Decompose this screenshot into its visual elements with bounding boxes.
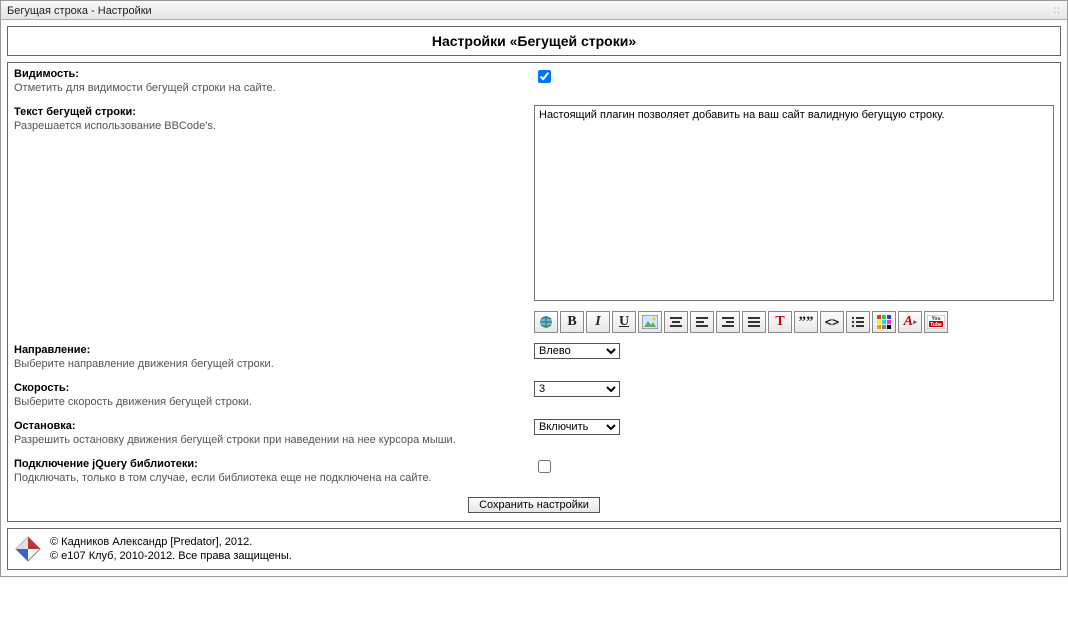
underline-icon[interactable]: U <box>612 311 636 333</box>
list-icon[interactable] <box>846 311 870 333</box>
text-label: Текст бегущей строки: <box>14 105 522 119</box>
text-textarea[interactable] <box>534 105 1054 301</box>
svg-text:Tube: Tube <box>930 322 942 328</box>
align-left-icon[interactable] <box>690 311 714 333</box>
image-icon[interactable] <box>638 311 662 333</box>
window-grip-icon: :: <box>1053 1 1061 19</box>
jquery-label: Подключение jQuery библиотеки: <box>14 457 522 471</box>
speed-label: Скорость: <box>14 381 522 395</box>
stop-desc: Разрешить остановку движения бегущей стр… <box>14 433 522 447</box>
direction-label: Направление: <box>14 343 522 357</box>
color-icon[interactable] <box>872 311 896 333</box>
page-title: Настройки «Бегущей строки» <box>8 27 1060 55</box>
visibility-label: Видимость: <box>14 67 522 81</box>
align-center-icon[interactable] <box>664 311 688 333</box>
footer-line1: © Кадников Александр [Predator], 2012. <box>50 535 292 549</box>
save-button[interactable]: Сохранить настройки <box>468 497 600 513</box>
align-right-icon[interactable] <box>716 311 740 333</box>
italic-icon[interactable]: I <box>586 311 610 333</box>
bbcode-toolbar: B I U <box>534 311 1054 333</box>
font-icon[interactable]: A▸ <box>898 311 922 333</box>
logo-icon <box>14 535 42 563</box>
footer-line2: © e107 Клуб, 2010-2012. Все права защище… <box>50 549 292 563</box>
youtube-icon[interactable]: YouTube <box>924 311 948 333</box>
stop-label: Остановка: <box>14 419 522 433</box>
speed-desc: Выберите скорость движения бегущей строк… <box>14 395 522 409</box>
link-icon[interactable] <box>534 311 558 333</box>
window-title: Бегущая строка - Настройки <box>7 1 152 19</box>
jquery-desc: Подключать, только в том случае, если би… <box>14 471 522 485</box>
direction-desc: Выберите направление движения бегущей ст… <box>14 357 522 371</box>
stop-select[interactable]: Включить <box>534 419 620 435</box>
jquery-checkbox[interactable] <box>538 460 551 473</box>
speed-select[interactable]: 3 <box>534 381 620 397</box>
direction-select[interactable]: Влево <box>534 343 620 359</box>
visibility-checkbox[interactable] <box>538 70 551 83</box>
quote-icon[interactable]: ”” <box>794 311 818 333</box>
bold-icon[interactable]: B <box>560 311 584 333</box>
align-justify-icon[interactable] <box>742 311 766 333</box>
window-titlebar: Бегущая строка - Настройки :: <box>0 0 1068 20</box>
visibility-desc: Отметить для видимости бегущей строки на… <box>14 81 522 95</box>
text-style-icon[interactable]: T <box>768 311 792 333</box>
text-desc: Разрешается использование BBCode's. <box>14 119 522 133</box>
code-icon[interactable]: <> <box>820 311 844 333</box>
